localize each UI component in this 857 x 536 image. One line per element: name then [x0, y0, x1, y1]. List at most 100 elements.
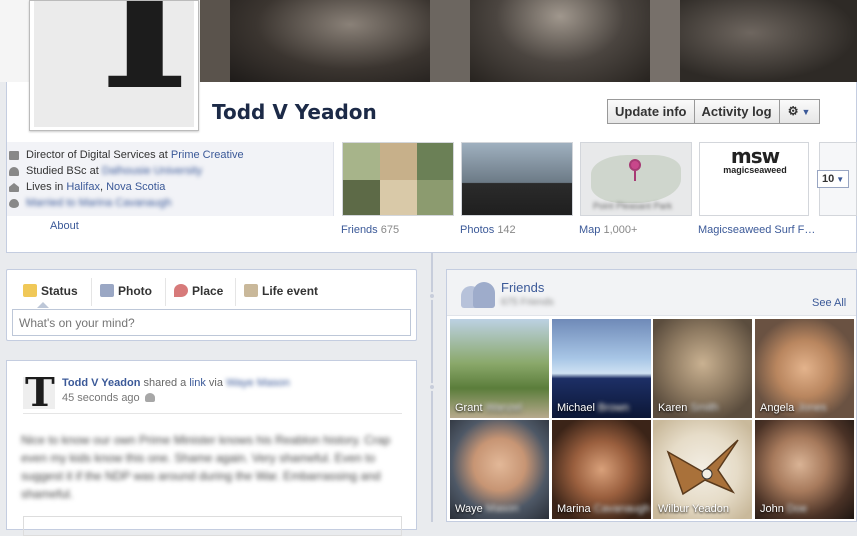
friend-tile[interactable]: Michael Brown [552, 319, 651, 418]
profile-monogram: T [74, 1, 194, 127]
photos-app-label[interactable]: Photos 142 [460, 224, 516, 236]
friend-name: Marina Cavanaugh [557, 503, 650, 515]
friend-tile[interactable]: Waye Mason [450, 420, 549, 519]
post-author-avatar[interactable]: T [23, 377, 55, 409]
tab-photo-label: Photo [118, 284, 152, 298]
post-via-link[interactable]: Waye Mason [226, 377, 290, 389]
audience-friends-icon[interactable] [145, 393, 155, 402]
tab-life-event[interactable]: Life event [244, 284, 318, 298]
relationship-text[interactable]: Married to Marina Cavanaugh [26, 197, 172, 209]
post-shared-text: shared a [140, 377, 190, 389]
friend-thumb [417, 143, 453, 180]
map-app-label[interactable]: Map 1,000+ [579, 224, 637, 236]
friend-tile[interactable]: John Doe [755, 420, 854, 519]
friend-name: Michael Brown [557, 402, 630, 414]
profile-picture[interactable]: T [29, 0, 199, 131]
timeline-post: T Todd V Yeadon shared a link via Waye M… [6, 360, 417, 536]
work-line: Director of Digital Services at Prime Cr… [9, 149, 244, 163]
friend-thumb [380, 180, 417, 215]
post-author-link[interactable]: Todd V Yeadon [62, 377, 140, 389]
friends-app-label[interactable]: Friends 675 [341, 224, 399, 236]
employer-link[interactable]: Prime Creative [171, 149, 244, 161]
friends-app-tile[interactable] [342, 142, 454, 216]
friend-tile[interactable]: Karen Smith [653, 319, 752, 418]
tab-divider [165, 278, 166, 306]
photos-app-tile[interactable] [461, 142, 573, 216]
camera-icon [100, 284, 114, 297]
friend-name: Karen Smith [658, 402, 719, 414]
map-pin-stem [634, 171, 636, 181]
cover-photo-region [680, 0, 857, 82]
friends-app-name: Friends [341, 224, 378, 236]
about-link[interactable]: About [50, 220, 79, 232]
post-avatar-monogram: T [25, 377, 55, 409]
education-line: Studied BSc at Dalhousie University [9, 165, 202, 179]
status-input[interactable] [12, 309, 411, 336]
timeline-dot [428, 292, 436, 300]
friend-name: Wilbur Yeadon [658, 503, 729, 515]
timeline-dot [428, 383, 436, 391]
post-timestamp[interactable]: 45 seconds ago [62, 392, 140, 404]
more-apps-count: 10 [822, 173, 835, 185]
graduation-cap-icon [9, 167, 19, 176]
chevron-down-icon: ▼ [801, 107, 811, 117]
post-divider [23, 413, 402, 414]
tab-photo[interactable]: Photo [100, 284, 152, 298]
friend-tile[interactable]: Angela Jones [755, 319, 854, 418]
friends-icon [461, 280, 495, 308]
post-link-word[interactable]: link [189, 377, 206, 389]
map-app-count: 1,000+ [603, 224, 638, 236]
friend-thumb [417, 180, 453, 215]
cover-photo-region [230, 0, 430, 82]
photos-app-count: 142 [497, 224, 516, 236]
profile-name[interactable]: Todd V Yeadon [212, 100, 377, 124]
header-actions: Update info Activity log ⚙ ▼ [607, 99, 820, 124]
heart-icon [9, 199, 19, 208]
friend-tile[interactable]: Marina Cavanaugh [552, 420, 651, 519]
tab-place-label: Place [192, 284, 224, 298]
friend-name: John Doe [760, 503, 808, 515]
tab-divider [235, 278, 236, 306]
map-app-tile[interactable]: Point Pleasant Park [580, 142, 692, 216]
magicseaweed-wordmark: magicseaweed [723, 165, 787, 175]
see-all-friends-link[interactable]: See All [812, 297, 846, 309]
profile-picture-image: T [34, 1, 194, 127]
post-link-preview[interactable] [23, 516, 402, 536]
tab-place[interactable]: Place [174, 284, 223, 298]
status-composer: Status Photo Place Life event [6, 269, 417, 341]
friends-box-count: 675 Friends [501, 297, 554, 308]
magicseaweed-logo: msw [730, 144, 780, 168]
friend-tile[interactable]: Grant Wanzel [450, 319, 549, 418]
friend-name: Grant Wanzel [455, 402, 522, 414]
friend-thumb [343, 143, 380, 180]
location-line: Lives in Halifax, Nova Scotia [9, 181, 165, 195]
place-pin-icon [174, 284, 188, 297]
active-tab-caret [37, 302, 49, 308]
briefcase-icon [9, 151, 19, 160]
friend-tile[interactable]: Wilbur Yeadon [653, 420, 752, 519]
friend-name: Angela Jones [760, 402, 827, 414]
tab-status[interactable]: Status [23, 284, 78, 298]
tab-life-event-label: Life event [262, 284, 319, 298]
post-via-text: via [205, 377, 227, 389]
post-body-text: Nice to know our own Prime Minister know… [21, 433, 391, 501]
lives-prefix: Lives in [26, 181, 67, 193]
region-link[interactable]: Nova Scotia [106, 181, 165, 193]
tab-status-label: Status [41, 284, 78, 298]
friends-box-title[interactable]: Friends [501, 280, 544, 295]
chevron-down-icon: ▼ [836, 175, 845, 184]
settings-dropdown-button[interactable]: ⚙ ▼ [779, 99, 820, 124]
city-link[interactable]: Halifax [66, 181, 100, 193]
photos-app-name: Photos [460, 224, 495, 236]
magicseaweed-app-tile[interactable]: msw magicseaweed [699, 142, 809, 216]
update-info-button[interactable]: Update info [607, 99, 695, 124]
status-icon [23, 284, 37, 297]
map-app-name: Map [579, 224, 601, 236]
tab-divider [91, 278, 92, 306]
life-event-icon [244, 284, 258, 297]
activity-log-button[interactable]: Activity log [694, 99, 780, 124]
friends-icon-person [473, 282, 495, 308]
magicseaweed-app-label[interactable]: Magicseaweed Surf F… [698, 224, 815, 236]
school-link[interactable]: Dalhousie University [102, 165, 202, 177]
more-apps-dropdown[interactable]: 10 ▼ [817, 170, 849, 188]
